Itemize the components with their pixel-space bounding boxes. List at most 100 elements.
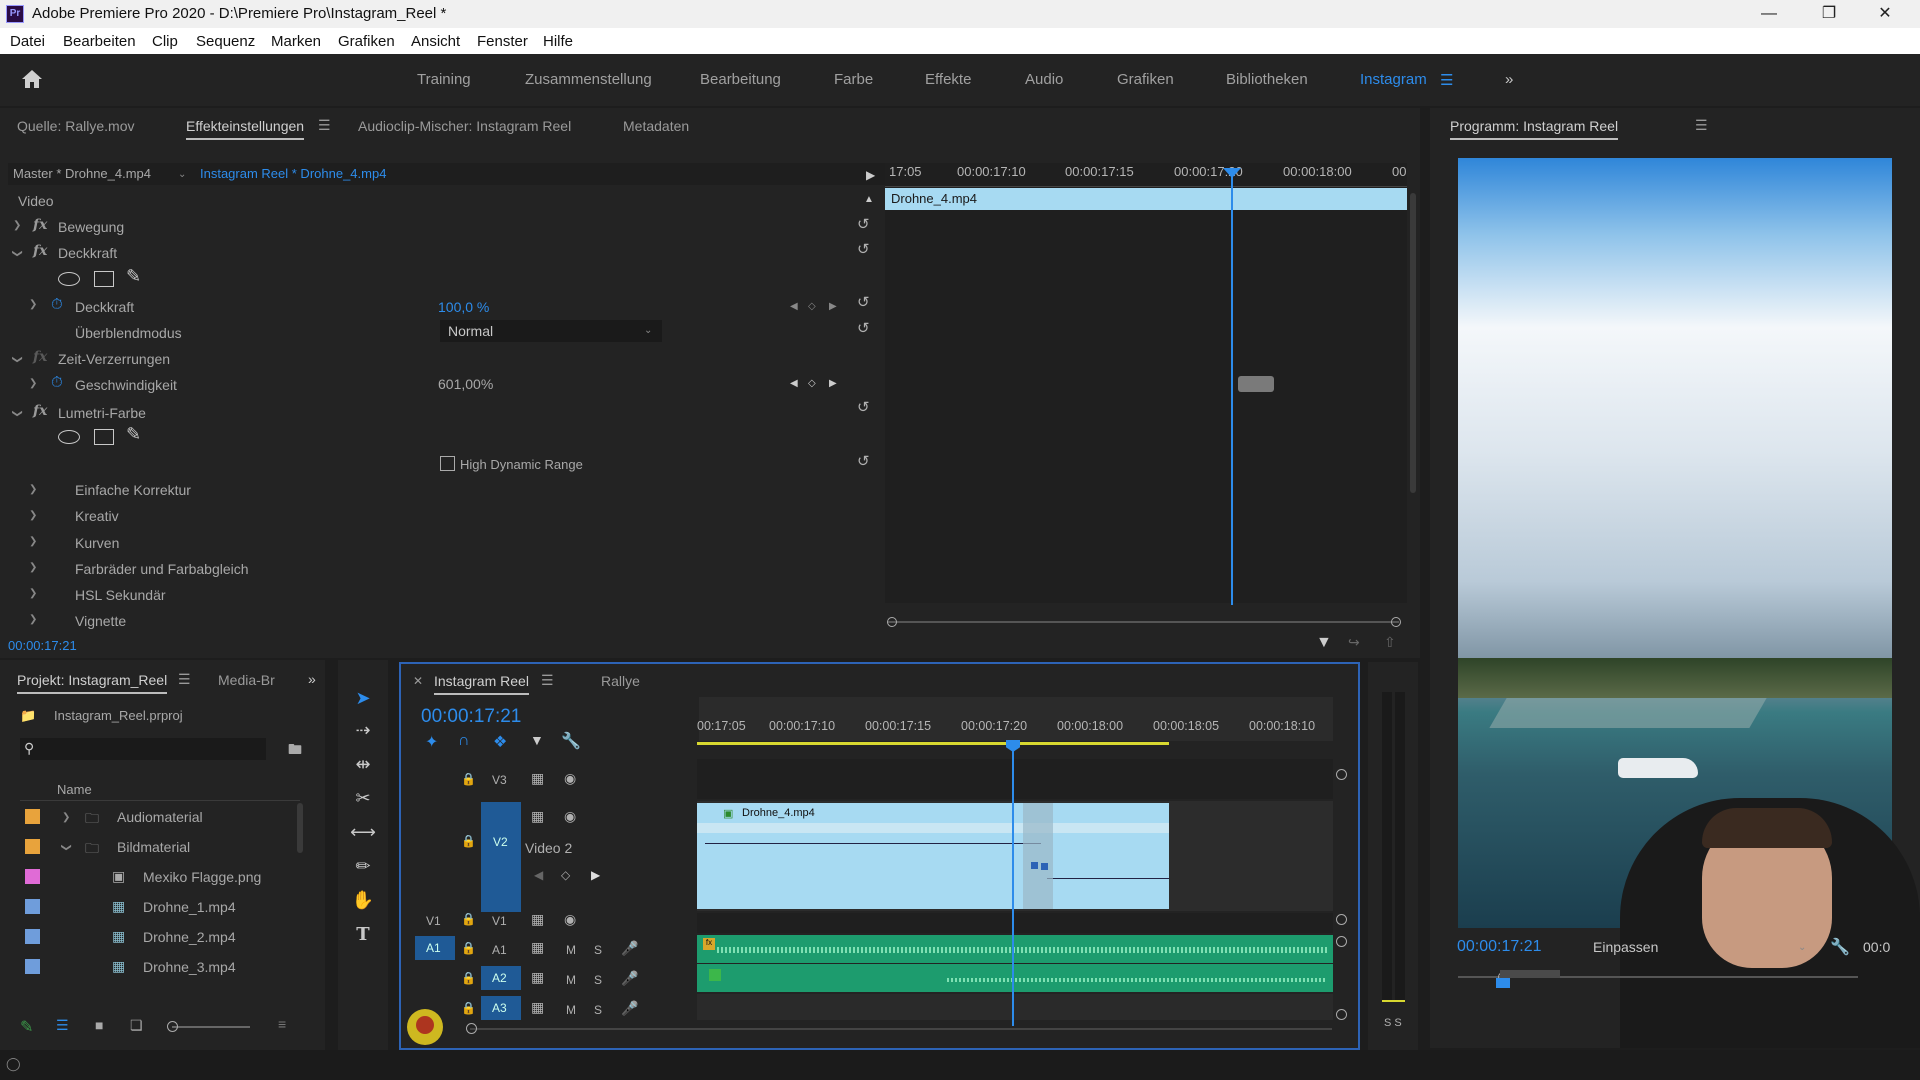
linked-selection-icon[interactable]: ❖ bbox=[493, 732, 507, 752]
track-v1-lane[interactable] bbox=[697, 913, 1333, 933]
freeform-view-icon[interactable]: ❏ bbox=[130, 1017, 143, 1034]
track-label-v1[interactable]: V1 bbox=[492, 914, 507, 928]
stopwatch-icon[interactable]: ⏱ bbox=[51, 296, 63, 313]
lock-icon[interactable]: 🔒 bbox=[461, 941, 476, 955]
play-only-audio-icon[interactable]: ▶ bbox=[866, 168, 875, 182]
new-bin-icon[interactable]: 🖿 bbox=[288, 739, 302, 763]
expand-icon[interactable]: ❯ bbox=[29, 536, 37, 547]
program-zoom-bar[interactable] bbox=[1500, 970, 1560, 978]
track-v3-lane[interactable] bbox=[697, 759, 1333, 799]
fit-dropdown[interactable]: Einpassen bbox=[1593, 939, 1658, 955]
tab-effect-controls[interactable]: Effekteinstellungen bbox=[186, 118, 305, 140]
panel-menu-icon[interactable]: ☰ bbox=[318, 117, 331, 134]
label-color-swatch[interactable] bbox=[25, 959, 40, 974]
pen-mask-icon[interactable]: ✎ bbox=[126, 424, 141, 445]
track-label-a1[interactable]: A1 bbox=[492, 943, 507, 957]
lock-icon[interactable]: 🔒 bbox=[461, 834, 476, 848]
scroll-handle[interactable] bbox=[1336, 769, 1347, 780]
source-patch-v1[interactable]: V1 bbox=[426, 914, 441, 928]
audio-clip-a2[interactable] bbox=[697, 964, 1333, 992]
project-item[interactable]: Drohne_3.mp4 bbox=[143, 959, 236, 975]
program-monitor-title[interactable]: Programm: Instagram Reel bbox=[1450, 118, 1619, 140]
speed-line-upper[interactable] bbox=[705, 843, 1041, 844]
project-item[interactable]: Drohne_1.mp4 bbox=[143, 899, 236, 915]
menu-grafiken[interactable]: Grafiken bbox=[338, 33, 395, 50]
program-timecode[interactable]: 00:00:17:21 bbox=[1457, 938, 1542, 956]
tab-instagram-reel[interactable]: Instagram Reel bbox=[434, 673, 529, 695]
solo-button[interactable]: S bbox=[594, 943, 602, 957]
reset-icon[interactable]: ↺ bbox=[857, 398, 870, 416]
tab-rallye[interactable]: Rallye bbox=[601, 673, 640, 689]
label-color-swatch[interactable] bbox=[25, 839, 40, 854]
project-item[interactable]: Bildmaterial bbox=[117, 839, 190, 855]
sync-lock-icon[interactable]: ▦ bbox=[531, 969, 544, 986]
sync-lock-icon[interactable]: ▦ bbox=[531, 770, 544, 787]
timeline-settings-icon[interactable]: 🔧 bbox=[561, 731, 581, 751]
sync-lock-icon[interactable]: ▦ bbox=[531, 808, 544, 825]
thumbnail-size-slider[interactable] bbox=[172, 1026, 250, 1028]
track-target-a2[interactable]: A2 bbox=[481, 966, 521, 990]
lock-icon[interactable]: 🔒 bbox=[461, 912, 476, 926]
meter-solo-labels[interactable]: S S bbox=[1384, 1017, 1402, 1029]
eye-icon[interactable]: ◉ bbox=[564, 770, 576, 787]
expand-icon[interactable]: ❯ bbox=[12, 355, 23, 363]
expand-icon[interactable]: ❯ bbox=[29, 510, 37, 521]
close-tab-icon[interactable]: ✕ bbox=[413, 674, 423, 688]
track-name-v2[interactable]: Video 2 bbox=[525, 840, 572, 856]
expand-icon[interactable]: ❯ bbox=[29, 562, 37, 573]
workspace-effekte[interactable]: Effekte bbox=[925, 71, 971, 88]
track-target-v2[interactable]: V2 bbox=[481, 802, 521, 912]
workspace-grafiken[interactable]: Grafiken bbox=[1117, 71, 1174, 88]
add-marker-icon[interactable]: ▼ bbox=[530, 732, 544, 748]
chevron-down-icon[interactable]: ⌄ bbox=[1798, 942, 1806, 953]
add-keyframe-icon[interactable]: ◇ bbox=[808, 301, 816, 312]
workspace-bearbeitung[interactable]: Bearbeitung bbox=[700, 71, 781, 88]
type-tool-icon[interactable]: T bbox=[350, 922, 376, 948]
microphone-icon[interactable]: 🎤 bbox=[621, 940, 638, 957]
export-icon[interactable]: ⇧ bbox=[1384, 634, 1396, 651]
tab-metadata[interactable]: Metadaten bbox=[623, 118, 689, 134]
expand-icon[interactable]: ❯ bbox=[29, 588, 37, 599]
speed-ramp-zone[interactable] bbox=[1023, 803, 1053, 909]
menu-ansicht[interactable]: Ansicht bbox=[411, 33, 460, 50]
expand-icon[interactable]: ❯ bbox=[61, 843, 72, 851]
track-target-a3[interactable]: A3 bbox=[481, 996, 521, 1020]
label-color-swatch[interactable] bbox=[25, 929, 40, 944]
razor-tool-icon[interactable]: ✂ bbox=[350, 785, 376, 811]
list-view-icon[interactable]: ☰ bbox=[56, 1017, 69, 1034]
minimize-icon[interactable]: — bbox=[1746, 2, 1792, 26]
speed-keyframe-handle[interactable] bbox=[1041, 863, 1048, 870]
effect-clip-bar[interactable]: Drohne_4.mp4 bbox=[885, 188, 1407, 210]
expand-icon[interactable]: ❯ bbox=[12, 409, 23, 417]
hand-tool-icon[interactable]: ✋ bbox=[350, 887, 376, 913]
project-item[interactable]: Drohne_2.mp4 bbox=[143, 929, 236, 945]
tab-audio-clip-mixer[interactable]: Audioclip-Mischer: Instagram Reel bbox=[358, 118, 571, 134]
scroll-handle[interactable] bbox=[1336, 914, 1347, 925]
record-button[interactable] bbox=[416, 1016, 434, 1034]
pen-mask-icon[interactable]: ✎ bbox=[126, 266, 141, 287]
snap-icon[interactable]: ∩ bbox=[458, 732, 470, 750]
mute-button[interactable]: M bbox=[566, 973, 576, 987]
deckkraft-value[interactable]: 100,0 % bbox=[438, 299, 489, 315]
workspace-farbe[interactable]: Farbe bbox=[834, 71, 873, 88]
tab-project[interactable]: Projekt: Instagram_Reel bbox=[17, 672, 168, 694]
effect-zoom-scrollbar[interactable] bbox=[887, 621, 1399, 623]
next-keyframe-icon[interactable]: ▶ bbox=[829, 378, 837, 389]
next-keyframe-icon[interactable]: ▶ bbox=[829, 301, 837, 312]
workspace-menu-icon[interactable]: ☰ bbox=[1440, 71, 1453, 89]
workspace-bibliotheken[interactable]: Bibliotheken bbox=[1226, 71, 1308, 88]
reset-icon[interactable]: ↺ bbox=[857, 293, 870, 311]
add-keyframe-icon[interactable]: ◇ bbox=[808, 378, 816, 389]
expand-icon[interactable]: ❯ bbox=[29, 614, 37, 625]
video-clip[interactable]: ▣ Drohne_4.mp4 bbox=[697, 803, 1169, 909]
selection-tool-icon[interactable]: ➤ bbox=[350, 685, 376, 711]
speed-keyframe-handle[interactable] bbox=[1031, 862, 1038, 869]
expand-icon[interactable]: ❯ bbox=[13, 220, 21, 231]
expand-icon[interactable]: ❯ bbox=[29, 299, 37, 310]
menu-sequenz[interactable]: Sequenz bbox=[196, 33, 255, 50]
sync-lock-icon[interactable]: ▦ bbox=[531, 911, 544, 928]
track-select-tool-icon[interactable]: ⇢ bbox=[350, 717, 376, 743]
program-playhead-icon[interactable] bbox=[1496, 978, 1510, 988]
effect-zeit-verzerrungen[interactable]: Zeit-Verzerrungen bbox=[58, 351, 170, 367]
fx-icon[interactable]: fx bbox=[33, 217, 47, 233]
